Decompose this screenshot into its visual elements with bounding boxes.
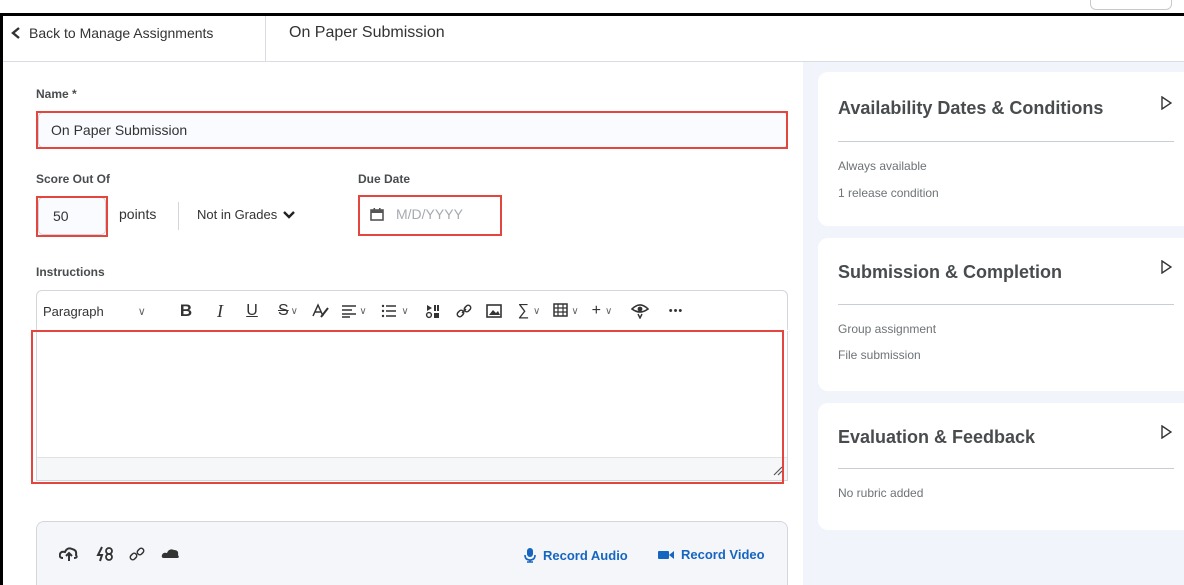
chevron-left-icon [11, 27, 20, 39]
chevron-down-icon [283, 210, 296, 219]
name-highlight-box [36, 111, 788, 149]
panel-divider [838, 468, 1174, 469]
paragraph-style-label: Paragraph [43, 303, 104, 319]
record-audio-label: Record Audio [543, 547, 628, 563]
availability-line-2: 1 release condition [838, 186, 939, 200]
score-highlight-box [36, 196, 108, 237]
strikethrough-icon: S [278, 302, 289, 319]
score-divider [178, 202, 179, 230]
grades-dropdown-label: Not in Grades [197, 207, 278, 222]
microphone-icon [524, 548, 536, 563]
bulleted-list-icon [382, 304, 397, 318]
record-video-label: Record Video [681, 547, 765, 562]
preview-eye-icon[interactable] [627, 291, 653, 331]
attach-link-icon[interactable] [129, 546, 149, 562]
link-icon[interactable] [453, 291, 475, 331]
score-out-of-label: Score Out Of [36, 172, 111, 186]
equation-button[interactable]: ∑ ∨ [511, 291, 547, 331]
submission-panel-title: Submission & Completion [838, 262, 1063, 282]
cropped-corner-box [1090, 0, 1172, 10]
italic-button[interactable]: I [209, 291, 231, 331]
submission-line-2: File submission [838, 348, 921, 362]
header-divider [265, 16, 266, 61]
page-title: On Paper Submission [289, 24, 445, 41]
record-video-button[interactable]: Record Video [657, 547, 765, 562]
text-color-icon[interactable] [309, 291, 331, 331]
chevron-down-icon: ∨ [359, 305, 367, 317]
record-audio-button[interactable]: Record Audio [523, 547, 628, 563]
evaluation-feedback-panel[interactable]: Evaluation & Feedback No rubric added [818, 403, 1184, 530]
evaluation-line-1: No rubric added [838, 486, 924, 500]
underline-button[interactable]: U [241, 291, 263, 331]
quicklink-icon[interactable] [95, 546, 115, 562]
more-options-icon[interactable]: ••• [661, 291, 691, 331]
availability-panel[interactable]: Availability Dates & Conditions Always a… [818, 72, 1184, 226]
not-in-grades-dropdown[interactable]: Not in Grades [197, 207, 296, 222]
back-to-manage-assignments-link[interactable]: Back to Manage Assignments [11, 25, 213, 41]
panel-divider [838, 141, 1174, 142]
due-date-label: Due Date [358, 172, 411, 186]
video-camera-icon [658, 550, 674, 559]
due-date-highlight-box [358, 195, 502, 236]
sigma-icon: ∑ [517, 302, 530, 319]
panel-divider [838, 304, 1174, 305]
instructions-highlight-box [31, 330, 784, 484]
upload-icon[interactable] [58, 546, 79, 562]
table-button[interactable]: ∨ [549, 291, 583, 331]
plus-icon: + [591, 302, 601, 319]
cropped-caption-strip [0, 0, 1184, 12]
name-label: Name * [36, 87, 77, 101]
chevron-down-icon: ∨ [605, 305, 613, 317]
instructions-label: Instructions [36, 265, 105, 279]
insert-stuff-icon[interactable] [421, 291, 445, 331]
editor-toolbar: Paragraph ∨ B I U S ∨ ∨ ∨ ∑ ∨ ∨ + ∨ ••• [36, 290, 788, 330]
chevron-down-icon: ∨ [137, 305, 146, 318]
availability-line-1: Always available [838, 159, 927, 173]
paragraph-style-select[interactable]: Paragraph ∨ [43, 291, 155, 331]
expand-arrow-icon[interactable] [1160, 425, 1172, 439]
submission-line-1: Group assignment [838, 322, 937, 336]
insert-more-button[interactable]: + ∨ [585, 291, 619, 331]
evaluation-panel-title: Evaluation & Feedback [838, 427, 1036, 447]
list-button[interactable]: ∨ [377, 291, 413, 331]
strikethrough-button[interactable]: S ∨ [271, 291, 305, 331]
attachments-bar: Record Audio Record Video [36, 521, 788, 585]
chevron-down-icon: ∨ [571, 305, 579, 317]
availability-panel-title: Availability Dates & Conditions [838, 98, 1104, 118]
chevron-down-icon: ∨ [533, 305, 541, 317]
top-navigation-bar: Back to Manage Assignments On Paper Subm… [3, 16, 1184, 62]
submission-completion-panel[interactable]: Submission & Completion Group assignment… [818, 238, 1184, 391]
chevron-down-icon: ∨ [401, 305, 409, 317]
chevron-down-icon: ∨ [290, 305, 298, 317]
expand-arrow-icon[interactable] [1160, 260, 1172, 274]
align-button[interactable]: ∨ [337, 291, 371, 331]
expand-arrow-icon[interactable] [1160, 96, 1172, 110]
back-link-label: Back to Manage Assignments [29, 25, 214, 41]
table-icon [553, 303, 569, 317]
bold-button[interactable]: B [175, 291, 197, 331]
align-left-icon [342, 305, 357, 318]
image-icon[interactable] [483, 291, 505, 331]
points-label: points [119, 206, 157, 222]
onedrive-cloud-icon[interactable] [161, 546, 181, 562]
